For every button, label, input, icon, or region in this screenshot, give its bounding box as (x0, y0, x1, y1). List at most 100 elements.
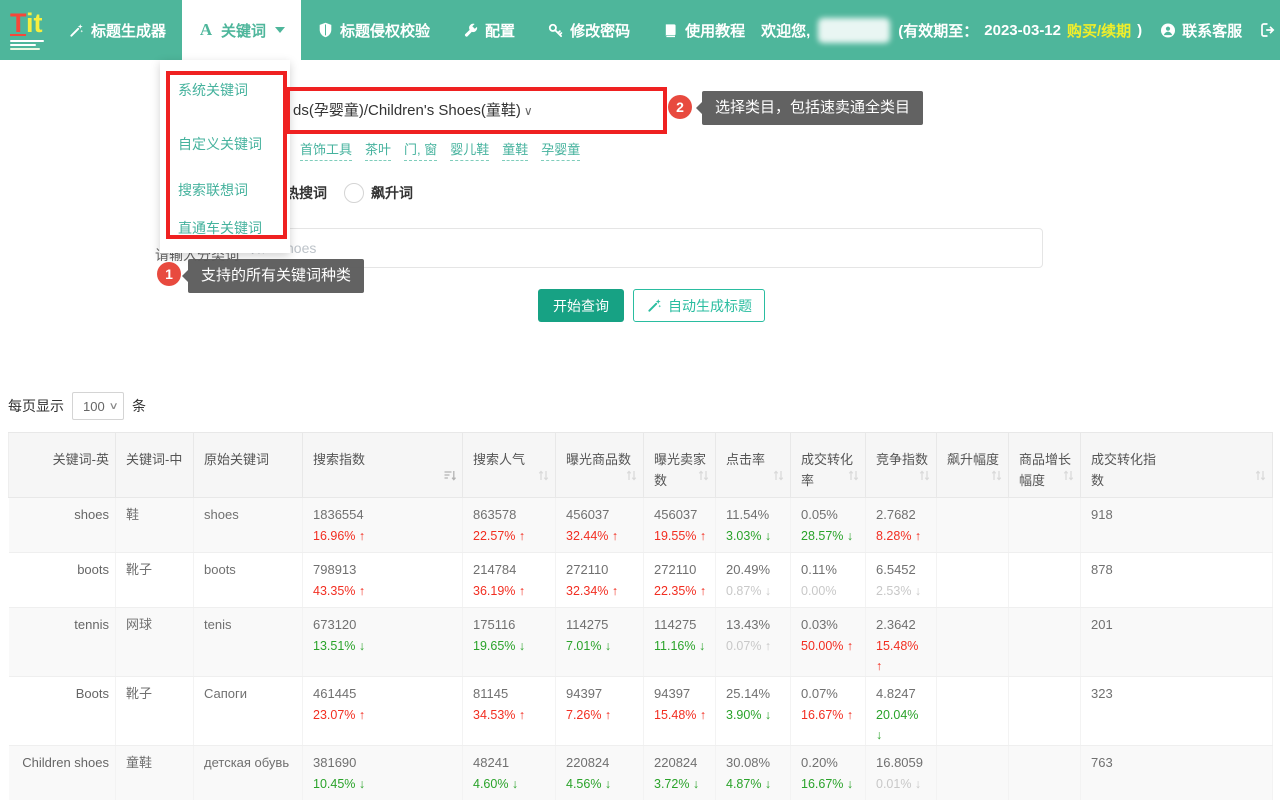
column-header-成交转化指数[interactable]: 成交转化指数 (1080, 432, 1273, 498)
dropdown-item-系统关键词[interactable]: 系统关键词 (178, 80, 248, 100)
sort-icon[interactable] (1254, 467, 1267, 488)
metric-change: 16.67% ↓ (801, 777, 854, 791)
metric-value: 48241 (473, 755, 510, 770)
table-row: shoes 鞋 shoes 1836554 16.96% ↑ 863578 22.57% ↑… (8, 497, 1273, 553)
table-header-row: 关键词-英 关键词-中 原始关键词 搜索指数 搜索人气 曝光商品数 曝光卖家数 点击率 成交转化… (8, 432, 1273, 498)
metric-cell: 16.8059 0.01% ↓ (865, 745, 937, 800)
column-header-飙升幅度[interactable]: 飙升幅度 (936, 432, 1009, 498)
radio-label: 热搜词 (285, 185, 327, 201)
column-header-点击率[interactable]: 点击率 (715, 432, 791, 498)
category-tag[interactable]: 首饰工具 (300, 139, 353, 161)
nav-item-修改密码[interactable]: 修改密码 (531, 0, 646, 60)
metric-cell: 461445 23.07% ↑ (302, 676, 463, 746)
column-header-曝光卖家数[interactable]: 曝光卖家数 (643, 432, 716, 498)
metric-value: 863578 (473, 507, 517, 522)
cell-keyword-cn: 网球 (115, 607, 194, 677)
nav-item-配置[interactable]: 配置 (446, 0, 531, 60)
metric-value: 0.11% (801, 562, 837, 577)
sort-icon[interactable] (847, 467, 860, 488)
metric-change: 0.07% ↑ (726, 639, 772, 653)
metric-change: 8.28% ↑ (876, 529, 922, 543)
metric-cell: 0.11% 0.00% (790, 552, 866, 608)
contact-support-link[interactable]: 联系客服 (1160, 20, 1242, 41)
cell-keyword-cn: 鞋 (115, 497, 194, 553)
sort-icon[interactable] (537, 467, 550, 488)
username-redacted (818, 17, 891, 43)
column-label: 成交转化指数 (1091, 452, 1157, 488)
cell-keyword-en: tennis (8, 607, 116, 677)
keyword-dropdown-menu: 系统关键词自定义关键词 搜索联想词直通车关键词 (160, 60, 290, 253)
category-tag[interactable]: 茶叶 (365, 139, 392, 161)
page-size-select[interactable]: 100 ∨ (72, 392, 124, 420)
radio-option-飙升词[interactable]: 飙升词 (344, 183, 413, 203)
metric-cell: 673120 13.51% ↓ (302, 607, 463, 677)
logo-text: Tit (10, 8, 43, 38)
metric-change: 10.45% ↓ (313, 777, 366, 791)
start-query-button[interactable]: 开始查询 (538, 289, 624, 322)
sort-icon[interactable] (697, 467, 710, 488)
app-logo[interactable]: Tit (0, 0, 44, 60)
expiry-prefix: (有效期至： (898, 22, 979, 40)
sort-icon[interactable] (990, 467, 1003, 488)
metric-change: 16.96% ↑ (313, 529, 366, 543)
column-header-搜索人气[interactable]: 搜索人气 (462, 432, 556, 498)
metric-cell: 25.14% 3.90% ↓ (715, 676, 791, 746)
metric-cell (936, 607, 1009, 677)
metric-value: 0.20% (801, 755, 838, 770)
metric-value: 456037 (566, 507, 610, 522)
category-tag[interactable]: 婴儿鞋 (450, 139, 490, 161)
cell-keyword-en: boots (8, 552, 116, 608)
metric-cell: 2.3642 15.48% ↑ (865, 607, 937, 677)
metric-cell (936, 745, 1009, 800)
column-header-成交转化率[interactable]: 成交转化率 (790, 432, 866, 498)
nav-item-label: 标题侵权校验 (340, 22, 431, 40)
metric-change: 20.04% ↓ (876, 708, 919, 742)
metric-change: 0.87% ↓ (726, 584, 772, 598)
sort-icon[interactable] (918, 467, 931, 488)
nav-item-关键词[interactable]: A 关键词 (182, 0, 302, 60)
metric-change: 4.87% ↓ (726, 777, 772, 791)
category-tag[interactable]: 童鞋 (502, 139, 529, 161)
metric-change: 36.19% ↑ (473, 584, 526, 598)
metric-change: 4.56% ↓ (566, 777, 612, 791)
sort-icon[interactable] (1062, 467, 1075, 488)
metric-cell (936, 552, 1009, 608)
metric-change: 32.44% ↑ (566, 529, 619, 543)
metric-change: 22.35% ↑ (654, 584, 707, 598)
logout-link[interactable]: 退出登录 (1260, 20, 1280, 41)
category-tag[interactable]: 门, 窗 (404, 139, 438, 161)
buy-renew-link[interactable]: 购买/续期 (1067, 20, 1131, 41)
column-header-竞争指数[interactable]: 竞争指数 (865, 432, 937, 498)
metric-cell: 13.43% 0.07% ↑ (715, 607, 791, 677)
cell-keyword-en: shoes (8, 497, 116, 553)
cell-keyword-en: Children shoes (8, 745, 116, 800)
dropdown-item-搜索联想词[interactable]: 搜索联想词 (178, 180, 248, 200)
auto-generate-title-button[interactable]: 自动生成标题 (633, 289, 765, 322)
nav-item-使用教程[interactable]: 使用教程 (646, 0, 761, 60)
nav-item-标题生成器[interactable]: 标题生成器 (52, 0, 182, 60)
column-header-商品增长幅度[interactable]: 商品增长幅度 (1008, 432, 1081, 498)
table-row: tennis 网球 tenis 673120 13.51% ↓ 175116 19.65% … (8, 607, 1273, 677)
column-header-曝光商品数[interactable]: 曝光商品数 (555, 432, 644, 498)
metric-cell: 918 (1080, 497, 1273, 553)
column-label: 搜索指数 (313, 452, 366, 467)
sort-icon[interactable] (625, 467, 638, 488)
metric-value: 0.03% (801, 617, 838, 632)
metric-cell: 272110 32.34% ↑ (555, 552, 644, 608)
nav-item-标题侵权校验[interactable]: 标题侵权校验 (301, 0, 446, 60)
app-screen: Tit 标题生成器 A 关键词 标题侵权校验 配置 修改密码 使用教程 欢迎您, (有效期至… (0, 0, 1280, 800)
category-selector[interactable]: ds(孕婴童)/Children's Shoes(童鞋) ∨ (293, 99, 533, 120)
metric-cell: 175116 19.65% ↓ (462, 607, 556, 677)
metric-cell (1008, 552, 1081, 608)
category-tag[interactable]: 孕婴童 (541, 139, 581, 161)
cell-original-keyword: tenis (193, 607, 303, 677)
dropdown-item-自定义关键词[interactable]: 自定义关键词 (178, 134, 262, 154)
radio-circle-icon[interactable] (344, 183, 364, 203)
column-label: 点击率 (726, 452, 766, 467)
column-header-搜索指数[interactable]: 搜索指数 (302, 432, 463, 498)
sort-icon[interactable] (772, 467, 785, 488)
dropdown-item-直通车关键词[interactable]: 直通车关键词 (178, 218, 262, 238)
wrench-icon (462, 22, 478, 38)
sort-desc-active-icon[interactable] (443, 467, 457, 488)
nav-item-label: 关键词 (221, 22, 267, 40)
